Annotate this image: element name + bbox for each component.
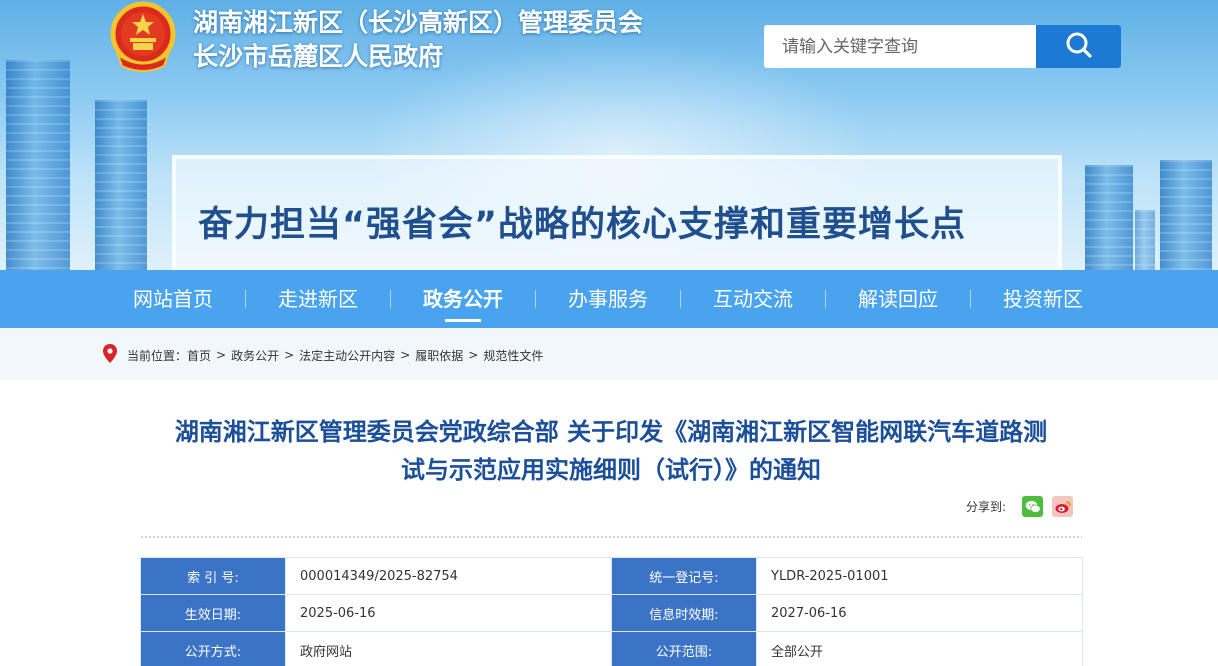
- meta-label-effective-date: 生效日期:: [140, 594, 286, 632]
- breadcrumb-item-duty-basis[interactable]: 履职依据: [415, 347, 463, 364]
- skyscraper-image: [1135, 210, 1155, 270]
- meta-label-disclosure-method: 公开方式:: [140, 631, 286, 666]
- breadcrumb: 当前位置： 首页 > 政务公开 > 法定主动公开内容 > 履职依据 > 规范性文…: [103, 344, 543, 366]
- breadcrumb-separator: >: [468, 348, 479, 362]
- search-icon: [1065, 31, 1093, 63]
- national-emblem-icon[interactable]: [108, 0, 178, 74]
- meta-label-disclosure-scope: 公开范围:: [611, 631, 757, 666]
- meta-value-disclosure-scope: 全部公开: [756, 631, 1083, 666]
- breadcrumb-separator: >: [400, 348, 411, 362]
- nav-item-interaction[interactable]: 互动交流: [693, 270, 813, 328]
- search-input[interactable]: [764, 25, 1036, 68]
- search-button[interactable]: [1036, 25, 1121, 68]
- site-title[interactable]: 湖南湘江新区（长沙高新区）管理委员会 长沙市岳麓区人民政府: [193, 6, 643, 74]
- meta-label-index-number: 索 引 号:: [140, 557, 286, 595]
- article-title-line1: 湖南湘江新区管理委员会党政综合部 关于印发《湖南湘江新区智能网联汽车道路测: [174, 418, 1048, 446]
- meta-value-validity-period: 2027-06-16: [756, 594, 1083, 632]
- article-title: 湖南湘江新区管理委员会党政综合部 关于印发《湖南湘江新区智能网联汽车道路测 试与…: [140, 413, 1082, 489]
- nav-divider: [245, 290, 246, 308]
- meta-label-validity-period: 信息时效期:: [611, 594, 757, 632]
- breadcrumb-item-government-affairs[interactable]: 政务公开: [231, 347, 279, 364]
- banner-slogan: 奋力担当“强省会”战略的核心支撑和重要增长点: [198, 205, 967, 245]
- site-title-line2: 长沙市岳麓区人民政府: [193, 42, 444, 71]
- nav-item-interpretation[interactable]: 解读回应: [838, 270, 958, 328]
- nav-divider: [390, 290, 391, 308]
- nav-item-home[interactable]: 网站首页: [113, 270, 233, 328]
- nav-item-about[interactable]: 走进新区: [258, 270, 378, 328]
- weibo-icon[interactable]: [1052, 496, 1074, 517]
- share-label: 分享到:: [966, 500, 1007, 514]
- breadcrumb-item-home[interactable]: 首页: [187, 347, 211, 364]
- breadcrumb-item-normative-documents[interactable]: 规范性文件: [483, 347, 543, 364]
- nav-divider: [535, 290, 536, 308]
- breadcrumb-prefix: 当前位置：: [127, 348, 188, 363]
- nav-divider: [680, 290, 681, 308]
- nav-item-investment[interactable]: 投资新区: [983, 270, 1103, 328]
- share-bar: 分享到:: [966, 496, 1074, 517]
- nav-divider: [825, 290, 826, 308]
- skyscraper-image: [1160, 160, 1212, 270]
- skyscraper-image: [95, 100, 147, 270]
- breadcrumb-separator: >: [216, 348, 227, 362]
- nav-item-government-affairs[interactable]: 政务公开: [403, 270, 523, 328]
- nav-divider: [970, 290, 971, 308]
- article-title-line2: 试与示范应用实施细则（试行）》的通知: [401, 456, 821, 484]
- meta-value-index-number: 000014349/2025-82754: [285, 557, 612, 595]
- meta-value-disclosure-method: 政府网站: [285, 631, 612, 666]
- nav-item-services[interactable]: 办事服务: [548, 270, 668, 328]
- meta-value-registration-number: YLDR-2025-01001: [756, 557, 1083, 595]
- wechat-icon[interactable]: [1022, 496, 1044, 517]
- meta-label-registration-number: 统一登记号:: [611, 557, 757, 595]
- skyscraper-image: [6, 60, 70, 270]
- meta-value-effective-date: 2025-06-16: [285, 594, 612, 632]
- table-row: 公开方式: 政府网站 公开范围: 全部公开: [140, 631, 1083, 666]
- site-title-line1: 湖南湘江新区（长沙高新区）管理委员会: [193, 8, 644, 37]
- breadcrumb-separator: >: [284, 348, 295, 362]
- table-row: 生效日期: 2025-06-16 信息时效期: 2027-06-16: [140, 594, 1083, 632]
- table-row: 索 引 号: 000014349/2025-82754 统一登记号: YLDR-…: [140, 557, 1083, 595]
- main-nav: 网站首页 走进新区 政务公开 办事服务 互动交流 解读回应 投资新区: [0, 270, 1218, 328]
- skyscraper-image: [1085, 165, 1133, 270]
- breadcrumb-item-statutory-disclosure[interactable]: 法定主动公开内容: [299, 347, 395, 364]
- document-meta-table: 索 引 号: 000014349/2025-82754 统一登记号: YLDR-…: [140, 557, 1083, 666]
- title-divider: [140, 535, 1082, 540]
- location-pin-icon: [103, 344, 117, 366]
